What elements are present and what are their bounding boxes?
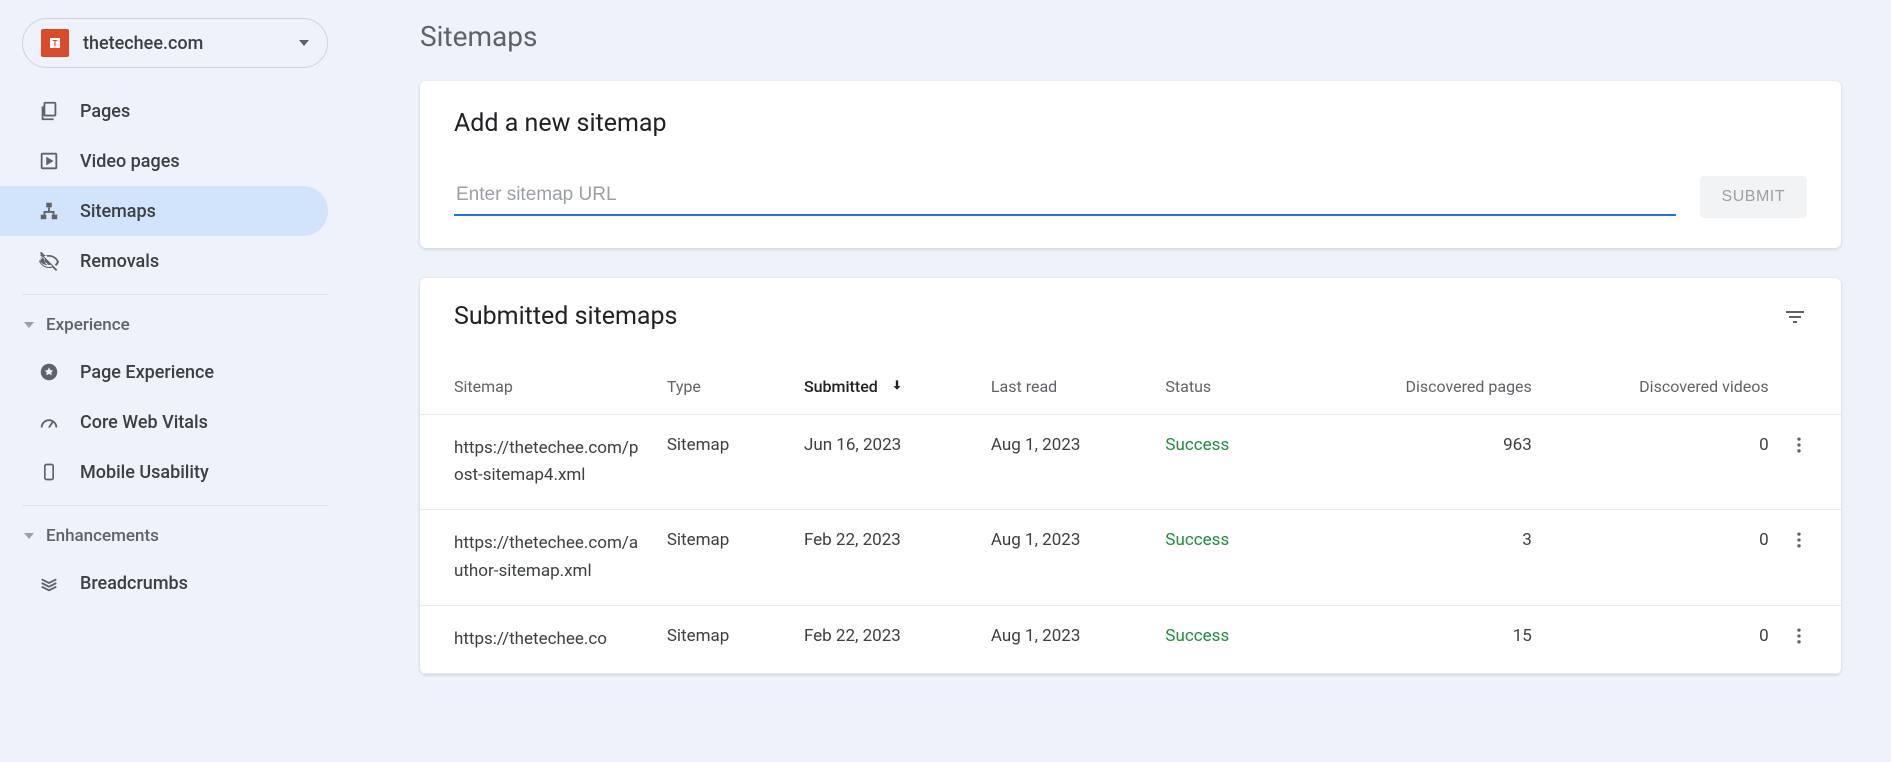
table-row[interactable]: https://thetechee.com/author-sitemap.xml… — [420, 510, 1841, 605]
sidebar-item-page-experience[interactable]: Page Experience — [0, 347, 328, 397]
section-label: Experience — [46, 315, 130, 335]
property-favicon — [41, 29, 69, 57]
cell-last-read: Aug 1, 2023 — [981, 605, 1156, 673]
filter-icon[interactable] — [1783, 305, 1807, 329]
divider — [22, 505, 328, 506]
col-sitemap[interactable]: Sitemap — [420, 361, 657, 415]
sidebar-item-breadcrumbs[interactable]: Breadcrumbs — [0, 558, 328, 608]
mobile-usability-icon — [36, 461, 62, 483]
cell-last-read: Aug 1, 2023 — [981, 415, 1156, 510]
sitemap-url-input[interactable] — [454, 178, 1676, 216]
col-discovered-videos[interactable]: Discovered videos — [1542, 361, 1779, 415]
sidebar-item-label: Page Experience — [80, 362, 214, 383]
video-pages-icon — [36, 150, 62, 172]
table-row[interactable]: https://thetechee.com/post-sitemap4.xml … — [420, 415, 1841, 510]
section-experience[interactable]: Experience — [0, 303, 350, 347]
col-type[interactable]: Type — [657, 361, 794, 415]
property-name: thetechee.com — [83, 33, 299, 54]
cell-pages: 963 — [1330, 415, 1542, 510]
sidebar-item-removals[interactable]: Removals — [0, 236, 328, 286]
cell-type: Sitemap — [657, 415, 794, 510]
cell-type: Sitemap — [657, 510, 794, 605]
sidebar-item-label: Removals — [80, 251, 159, 272]
section-label: Enhancements — [46, 526, 159, 546]
add-sitemap-title: Add a new sitemap — [454, 109, 1807, 138]
cell-status: Success — [1155, 605, 1330, 673]
sidebar-item-label: Mobile Usability — [80, 462, 209, 483]
sort-descending-icon — [890, 377, 904, 396]
col-submitted[interactable]: Submitted — [794, 361, 981, 415]
row-menu-button[interactable] — [1779, 510, 1841, 605]
section-enhancements[interactable]: Enhancements — [0, 514, 350, 558]
cell-pages: 3 — [1330, 510, 1542, 605]
removals-icon — [36, 249, 62, 273]
chevron-down-icon — [24, 533, 34, 539]
submitted-sitemaps-card: Submitted sitemaps Sitemap Type Submitte… — [420, 278, 1841, 674]
sidebar-item-label: Core Web Vitals — [80, 412, 208, 433]
sidebar-item-sitemaps[interactable]: Sitemaps — [0, 186, 328, 236]
sidebar-item-label: Pages — [80, 101, 130, 122]
cell-status: Success — [1155, 415, 1330, 510]
cell-last-read: Aug 1, 2023 — [981, 510, 1156, 605]
cell-url: https://thetechee.co — [420, 605, 657, 673]
sidebar-item-mobile-usability[interactable]: Mobile Usability — [0, 447, 328, 497]
sidebar-item-video-pages[interactable]: Video pages — [0, 136, 328, 186]
col-last-read[interactable]: Last read — [981, 361, 1156, 415]
page-experience-icon — [36, 361, 62, 383]
row-menu-button[interactable] — [1779, 415, 1841, 510]
sidebar-item-label: Breadcrumbs — [80, 573, 188, 594]
cell-videos: 0 — [1542, 415, 1779, 510]
cell-submitted: Jun 16, 2023 — [794, 415, 981, 510]
row-menu-button[interactable] — [1779, 605, 1841, 673]
chevron-down-icon — [24, 322, 34, 328]
col-discovered-pages[interactable]: Discovered pages — [1330, 361, 1542, 415]
cell-status: Success — [1155, 510, 1330, 605]
cell-videos: 0 — [1542, 510, 1779, 605]
core-web-vitals-icon — [36, 411, 62, 433]
sidebar-item-core-web-vitals[interactable]: Core Web Vitals — [0, 397, 328, 447]
col-actions — [1779, 361, 1841, 415]
cell-type: Sitemap — [657, 605, 794, 673]
main-content: Sitemaps Add a new sitemap SUBMIT Submit… — [350, 0, 1891, 762]
sitemaps-table: Sitemap Type Submitted Last read Status … — [420, 361, 1841, 674]
breadcrumbs-icon — [36, 572, 62, 594]
property-selector[interactable]: thetechee.com — [22, 18, 328, 68]
pages-icon — [36, 100, 62, 122]
col-status[interactable]: Status — [1155, 361, 1330, 415]
divider — [22, 294, 328, 295]
cell-url: https://thetechee.com/post-sitemap4.xml — [420, 415, 657, 510]
sidebar-item-label: Sitemaps — [80, 201, 156, 222]
sidebar: thetechee.com Pages Video pages Sitemaps… — [0, 0, 350, 762]
sidebar-item-label: Video pages — [80, 151, 180, 172]
submit-button[interactable]: SUBMIT — [1700, 176, 1807, 218]
add-sitemap-card: Add a new sitemap SUBMIT — [420, 81, 1841, 248]
submitted-sitemaps-title: Submitted sitemaps — [454, 302, 677, 331]
chevron-down-icon — [299, 40, 309, 46]
page-title: Sitemaps — [420, 20, 1841, 53]
cell-videos: 0 — [1542, 605, 1779, 673]
cell-submitted: Feb 22, 2023 — [794, 510, 981, 605]
cell-url: https://thetechee.com/author-sitemap.xml — [420, 510, 657, 605]
table-row[interactable]: https://thetechee.co Sitemap Feb 22, 202… — [420, 605, 1841, 673]
cell-submitted: Feb 22, 2023 — [794, 605, 981, 673]
sitemaps-icon — [36, 200, 62, 222]
sidebar-item-pages[interactable]: Pages — [0, 86, 328, 136]
cell-pages: 15 — [1330, 605, 1542, 673]
